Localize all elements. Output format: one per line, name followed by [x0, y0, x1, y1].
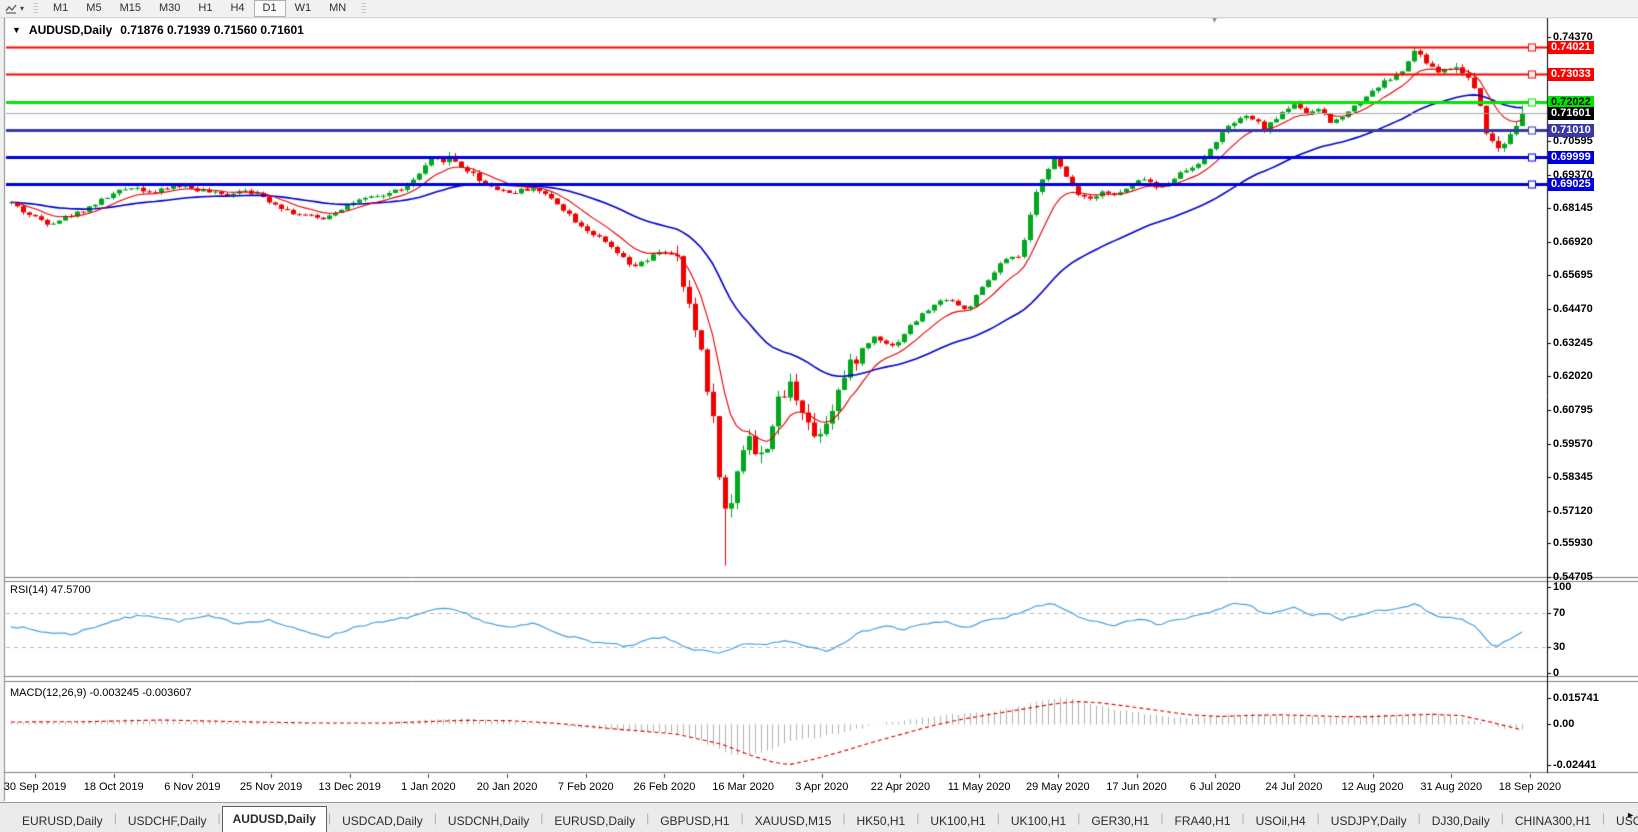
chart-tab-bar: EURUSD,Daily|USDCHF,Daily|AUDUSD,Daily|U… [0, 802, 1638, 832]
chart-title-quotes: 0.71876 0.71939 0.71560 0.71601 [120, 23, 304, 37]
timeframe-button-mn[interactable]: MN [320, 0, 355, 17]
chart-tools-icon-svg [5, 3, 17, 15]
chart-title-symbol: AUDUSD,Daily [29, 23, 112, 37]
price-tick-label: 0.65695 [1553, 269, 1593, 281]
tab-usdcad-daily[interactable]: USDCAD,Daily [332, 811, 433, 832]
tab-xauusd-m15[interactable]: XAUUSD,M15 [745, 811, 842, 832]
price-tick-label: 0.59570 [1553, 438, 1593, 450]
tab-scroll-right-icon[interactable]: ► [1626, 810, 1635, 820]
date-tick-label: 24 Jul 2020 [1265, 781, 1322, 793]
price-tick-label: 0.64470 [1553, 303, 1593, 315]
tab-ger30-h1[interactable]: GER30,H1 [1081, 811, 1159, 832]
price-tick-label: 0.68145 [1553, 202, 1593, 214]
timeframe-button-m5[interactable]: M5 [77, 0, 110, 17]
date-tick-label: 3 Apr 2020 [795, 781, 848, 793]
current-price-label: 0.71601 [1548, 107, 1594, 120]
rsi-tick-label: 0 [1553, 667, 1559, 679]
date-tick-label: 11 May 2020 [948, 781, 1011, 793]
tab-hk50-h1[interactable]: HK50,H1 [847, 811, 916, 832]
tab-audusd-daily[interactable]: AUDUSD,Daily [222, 806, 327, 832]
date-tick-label: 29 May 2020 [1026, 781, 1090, 793]
date-tick-label: 22 Apr 2020 [871, 781, 930, 793]
date-tick-label: 18 Sep 2020 [1499, 781, 1561, 793]
date-tick-label: 30 Sep 2019 [4, 781, 66, 793]
toolbar-grip-2[interactable] [361, 3, 366, 15]
date-tick-label: 20 Jan 2020 [477, 781, 538, 793]
tab-usoil-h4[interactable]: USOil,H4 [1246, 811, 1316, 832]
rsi-tick-label: 70 [1553, 607, 1565, 619]
tab-china300-h1[interactable]: CHINA300,H1 [1505, 811, 1601, 832]
rsi-indicator-label: RSI(14) 47.5700 [10, 584, 91, 596]
tab-usdchf-daily[interactable]: USDCHF,Daily [118, 811, 217, 832]
date-tick-label: 13 Dec 2019 [319, 781, 381, 793]
chart-tools-icon[interactable] [3, 2, 19, 15]
tab-eurusd-daily[interactable]: EURUSD,Daily [12, 811, 113, 832]
tab-dj30-daily[interactable]: DJ30,Daily [1422, 811, 1500, 832]
timeframe-toolbar: M1M5M15M30H1H4D1W1MN [44, 0, 355, 17]
price-level-label: 0.73033 [1548, 68, 1594, 81]
date-tick-label: 31 Aug 2020 [1420, 781, 1482, 793]
tab-usdcnh-daily[interactable]: USDCNH,Daily [438, 811, 539, 832]
toolbar-grip[interactable] [33, 3, 38, 15]
price-tick-label: 0.62020 [1553, 370, 1593, 382]
chevron-down-icon[interactable]: ▾ [20, 4, 24, 13]
macd-tick-label: 0.015741 [1553, 692, 1599, 704]
macd-tick-label: -0.02441 [1553, 759, 1596, 771]
timeframe-button-d1[interactable]: D1 [254, 0, 286, 17]
date-tick-label: 6 Nov 2019 [164, 781, 220, 793]
date-tick-label: 26 Feb 2020 [634, 781, 696, 793]
date-tick-label: 6 Jul 2020 [1190, 781, 1241, 793]
date-tick-label: 17 Jun 2020 [1106, 781, 1167, 793]
timeframe-button-m15[interactable]: M15 [111, 0, 150, 17]
price-tick-label: 0.57120 [1553, 505, 1593, 517]
date-tick-label: 7 Feb 2020 [558, 781, 614, 793]
rsi-tick-label: 30 [1553, 641, 1565, 653]
chart-canvas[interactable] [0, 0, 1638, 832]
timeframe-button-m1[interactable]: M1 [44, 0, 77, 17]
timeframe-button-w1[interactable]: W1 [286, 0, 321, 17]
chart-title: ▼ AUDUSD,Daily 0.71876 0.71939 0.71560 0… [12, 23, 304, 37]
tab-eurusd-daily[interactable]: EURUSD,Daily [544, 811, 645, 832]
timeframe-button-h1[interactable]: H1 [189, 0, 221, 17]
price-tick-label: 0.55930 [1553, 537, 1593, 549]
date-tick-label: 18 Oct 2019 [84, 781, 144, 793]
timeframe-button-m30[interactable]: M30 [150, 0, 189, 17]
price-level-label: 0.74021 [1548, 41, 1594, 54]
tab-uk100-h1[interactable]: UK100,H1 [920, 811, 995, 832]
price-tick-label: 0.60795 [1553, 404, 1593, 416]
date-tick-label: 1 Jan 2020 [401, 781, 455, 793]
toolbar: ▾ M1M5M15M30H1H4D1W1MN [0, 0, 1638, 18]
symbol-dropdown-icon[interactable]: ▼ [12, 25, 21, 35]
price-tick-label: 0.63245 [1553, 337, 1593, 349]
macd-indicator-label: MACD(12,26,9) -0.003245 -0.003607 [10, 687, 192, 699]
price-tick-label: 0.58345 [1553, 471, 1593, 483]
timeframe-button-h4[interactable]: H4 [221, 0, 253, 17]
tab-gbpusd-h1[interactable]: GBPUSD,H1 [650, 811, 739, 832]
macd-tick-label: 0.00 [1553, 718, 1574, 730]
tab-fra40-h1[interactable]: FRA40,H1 [1164, 811, 1240, 832]
date-tick-label: 12 Aug 2020 [1342, 781, 1404, 793]
date-tick-label: 16 Mar 2020 [712, 781, 774, 793]
price-tick-label: 0.66920 [1553, 236, 1593, 248]
date-tick-label: 25 Nov 2019 [240, 781, 302, 793]
tab-usdjpy-daily[interactable]: USDJPY,Daily [1321, 811, 1417, 832]
price-level-label: 0.69025 [1548, 178, 1594, 191]
rsi-tick-label: 100 [1553, 581, 1571, 593]
tab-uk100-h1[interactable]: UK100,H1 [1001, 811, 1076, 832]
price-level-label: 0.71010 [1548, 124, 1594, 137]
price-level-label: 0.69999 [1548, 151, 1594, 164]
